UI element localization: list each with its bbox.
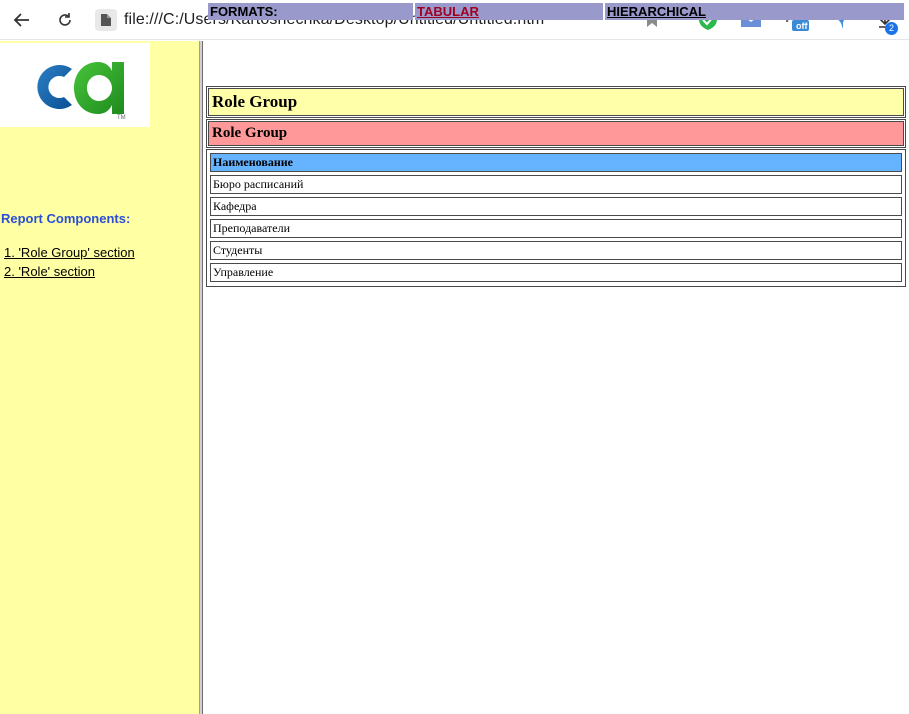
file-icon[interactable] <box>95 9 117 31</box>
formats-label-cell: FORMATS: <box>208 3 413 20</box>
extension-off-label: off <box>796 21 808 31</box>
tabular-cell: TABULAR <box>415 3 603 20</box>
download-count-badge: 2 <box>885 22 898 35</box>
role-section-link[interactable]: 2. 'Role' section <box>4 264 95 279</box>
reload-icon[interactable] <box>51 6 79 34</box>
section-title-box: Role Group <box>206 119 906 148</box>
table-row: Студенты <box>210 241 902 260</box>
section-title: Role Group <box>208 121 904 146</box>
report-heading: Role Group <box>208 88 904 116</box>
svg-text:TM: TM <box>117 115 126 121</box>
table-row: Кафедра <box>210 197 902 216</box>
table-header: Наименование <box>210 153 902 172</box>
report-components-frame: TM Report Components: 1. 'Role Group' se… <box>0 41 199 714</box>
table-row: Преподаватели <box>210 219 902 238</box>
hierarchical-link[interactable]: HIERARCHICAL <box>607 4 706 19</box>
role-group-section-link[interactable]: 1. 'Role Group' section <box>4 245 135 260</box>
tabular-link[interactable]: TABULAR <box>417 4 479 19</box>
back-icon[interactable] <box>8 6 36 34</box>
formats-label: FORMATS: <box>210 4 278 19</box>
table-row: Управление <box>210 263 902 282</box>
ca-logo: TM <box>0 43 150 127</box>
hierarchical-cell: HIERARCHICAL <box>605 3 904 20</box>
table-row: Бюро расписаний <box>210 175 902 194</box>
role-group-table: Наименование Бюро расписаний Кафедра Пре… <box>206 149 906 287</box>
ca-logo-graphic: TM <box>37 62 126 121</box>
frame-splitter[interactable] <box>199 41 203 714</box>
report-heading-box: Role Group <box>206 86 906 118</box>
report-components-title: Report Components: <box>1 211 131 226</box>
